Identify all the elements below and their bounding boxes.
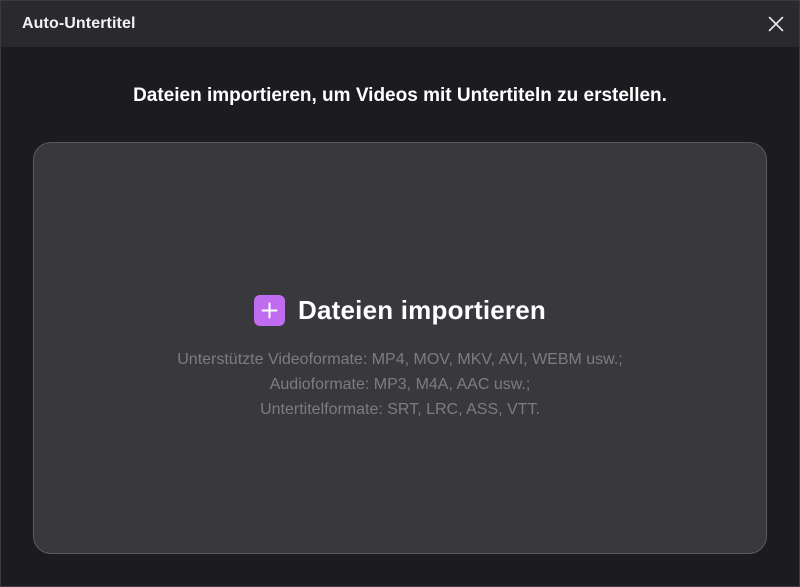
subtitle-formats-text: Untertitelformate: SRT, LRC, ASS, VTT. <box>260 401 540 418</box>
import-files-label: Dateien importieren <box>298 295 546 325</box>
instruction-heading: Dateien importieren, um Videos mit Unter… <box>133 85 667 106</box>
supported-formats: Unterstützte Videoformate: MP4, MOV, MKV… <box>34 347 766 422</box>
import-files-button[interactable]: Dateien importieren <box>34 295 766 326</box>
audio-formats-text: Audioformate: MP3, M4A, AAC usw.; <box>269 376 531 393</box>
video-formats-text: Unterstützte Videoformate: MP4, MOV, MKV… <box>177 351 623 368</box>
plus-icon <box>254 295 285 326</box>
auto-subtitle-dialog: Auto-Untertitel Dateien importieren, um … <box>0 0 800 587</box>
close-button[interactable] <box>754 1 798 47</box>
dialog-title: Auto-Untertitel <box>22 15 136 32</box>
title-bar: Auto-Untertitel <box>1 1 799 47</box>
close-icon <box>768 16 784 32</box>
import-dropzone[interactable]: Dateien importieren Unterstützte Videofo… <box>33 142 767 554</box>
